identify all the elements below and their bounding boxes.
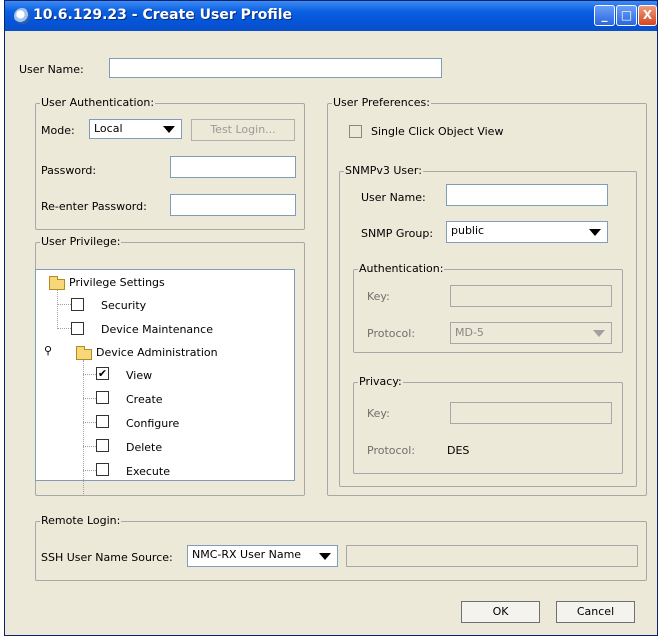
- privacy-protocol-value: DES: [447, 444, 470, 457]
- privacy-protocol-label: Protocol:: [367, 444, 416, 457]
- auth-key-label: Key:: [367, 290, 390, 303]
- configure-label: Configure: [126, 417, 180, 430]
- snmp-group-select[interactable]: public: [446, 221, 608, 243]
- tree-connector: [57, 304, 71, 305]
- privacy-legend: Privacy:: [358, 375, 403, 388]
- app-globe-icon: [14, 8, 30, 24]
- minimize-button[interactable]: _: [594, 5, 615, 26]
- snmp-group-value: public: [451, 224, 485, 237]
- tree-connector: [83, 374, 96, 375]
- mode-label: Mode:: [41, 124, 75, 137]
- reenter-password-field[interactable]: [170, 194, 296, 216]
- tree-connector: [57, 289, 58, 329]
- ssh-user-name-field[interactable]: [346, 545, 638, 567]
- dialog-content: User Name: User Authentication: Mode: Lo…: [5, 31, 657, 635]
- ok-button[interactable]: OK: [461, 601, 540, 623]
- chevron-down-icon: [163, 126, 175, 133]
- device-maintenance-checkbox[interactable]: [71, 322, 84, 335]
- chevron-down-icon: [593, 330, 605, 337]
- view-checkbox[interactable]: ✔: [96, 367, 109, 380]
- tree-connector: [83, 398, 96, 399]
- expand-key-icon[interactable]: ⚲: [44, 344, 52, 357]
- cancel-button[interactable]: Cancel: [556, 601, 635, 623]
- window-title: 10.6.129.23 - Create User Profile: [33, 7, 293, 23]
- configure-checkbox[interactable]: [96, 415, 109, 428]
- ssh-user-name-source-select[interactable]: NMC-RX User Name: [187, 545, 338, 567]
- auth-protocol-select[interactable]: MD-5: [450, 322, 612, 344]
- security-checkbox[interactable]: [71, 298, 84, 311]
- auth-protocol-label: Protocol:: [367, 327, 416, 340]
- view-label: View: [126, 369, 153, 382]
- maximize-button[interactable]: □: [616, 5, 637, 26]
- tree-connector: [57, 328, 71, 329]
- password-field[interactable]: [170, 156, 296, 178]
- privacy-group: Privacy:: [353, 375, 623, 474]
- device-maintenance-label: Device Maintenance: [101, 323, 213, 336]
- password-label: Password:: [41, 164, 97, 177]
- user-preferences-legend: User Preferences:: [332, 96, 431, 109]
- delete-label: Delete: [126, 441, 163, 454]
- maximize-icon: □: [620, 8, 633, 22]
- privacy-key-label: Key:: [367, 407, 390, 420]
- execute-label: Execute: [126, 465, 170, 478]
- snmp-user-name-label: User Name:: [361, 191, 426, 204]
- create-user-profile-window: 10.6.129.23 - Create User Profile _ □ X …: [4, 0, 658, 636]
- user-name-input[interactable]: [109, 58, 442, 78]
- authentication-legend: Authentication:: [358, 262, 445, 275]
- snmp-group-label: SNMP Group:: [361, 227, 434, 240]
- chevron-down-icon: [319, 553, 331, 560]
- remote-login-legend: Remote Login:: [40, 514, 122, 527]
- folder-open-icon: [76, 346, 92, 360]
- tree-connector: [83, 470, 96, 471]
- title-bar[interactable]: 10.6.129.23 - Create User Profile _ □ X: [5, 1, 657, 31]
- delete-checkbox[interactable]: [96, 439, 109, 452]
- close-icon: X: [642, 8, 653, 22]
- execute-checkbox[interactable]: [96, 463, 109, 476]
- privilege-tree[interactable]: Privilege Settings Security Device Maint…: [35, 269, 295, 496]
- tree-connector: [83, 446, 96, 447]
- device-administration-label[interactable]: Device Administration: [96, 346, 218, 359]
- tree-connector: [83, 422, 96, 423]
- snmp-user-name-input[interactable]: [446, 184, 608, 206]
- ssh-user-name-source-label: SSH User Name Source:: [41, 551, 173, 564]
- snmpv3-user-legend: SNMPv3 User:: [344, 164, 423, 177]
- tree-root-label[interactable]: Privilege Settings: [69, 276, 165, 289]
- privacy-key-field[interactable]: [450, 402, 612, 424]
- auth-key-field[interactable]: [450, 285, 612, 307]
- create-label: Create: [126, 393, 163, 406]
- tree-connector: [83, 360, 84, 496]
- user-privilege-legend: User Privilege:: [40, 235, 122, 248]
- create-checkbox[interactable]: [96, 391, 109, 404]
- auth-protocol-value: MD-5: [455, 326, 484, 339]
- ssh-user-name-source-value: NMC-RX User Name: [192, 548, 302, 561]
- mode-value: Local: [94, 122, 123, 135]
- test-login-button[interactable]: Test Login...: [191, 119, 295, 141]
- user-authentication-legend: User Authentication:: [40, 96, 156, 109]
- single-click-object-view-checkbox[interactable]: [349, 125, 362, 138]
- close-button[interactable]: X: [638, 5, 657, 26]
- minimize-icon: _: [601, 8, 608, 22]
- user-name-label: User Name:: [19, 63, 84, 76]
- single-click-object-view-label: Single Click Object View: [371, 125, 504, 138]
- chevron-down-icon: [589, 229, 601, 236]
- security-label: Security: [101, 299, 147, 312]
- folder-icon: [49, 276, 65, 290]
- mode-select[interactable]: Local: [89, 119, 182, 139]
- reenter-password-label: Re-enter Password:: [41, 200, 147, 213]
